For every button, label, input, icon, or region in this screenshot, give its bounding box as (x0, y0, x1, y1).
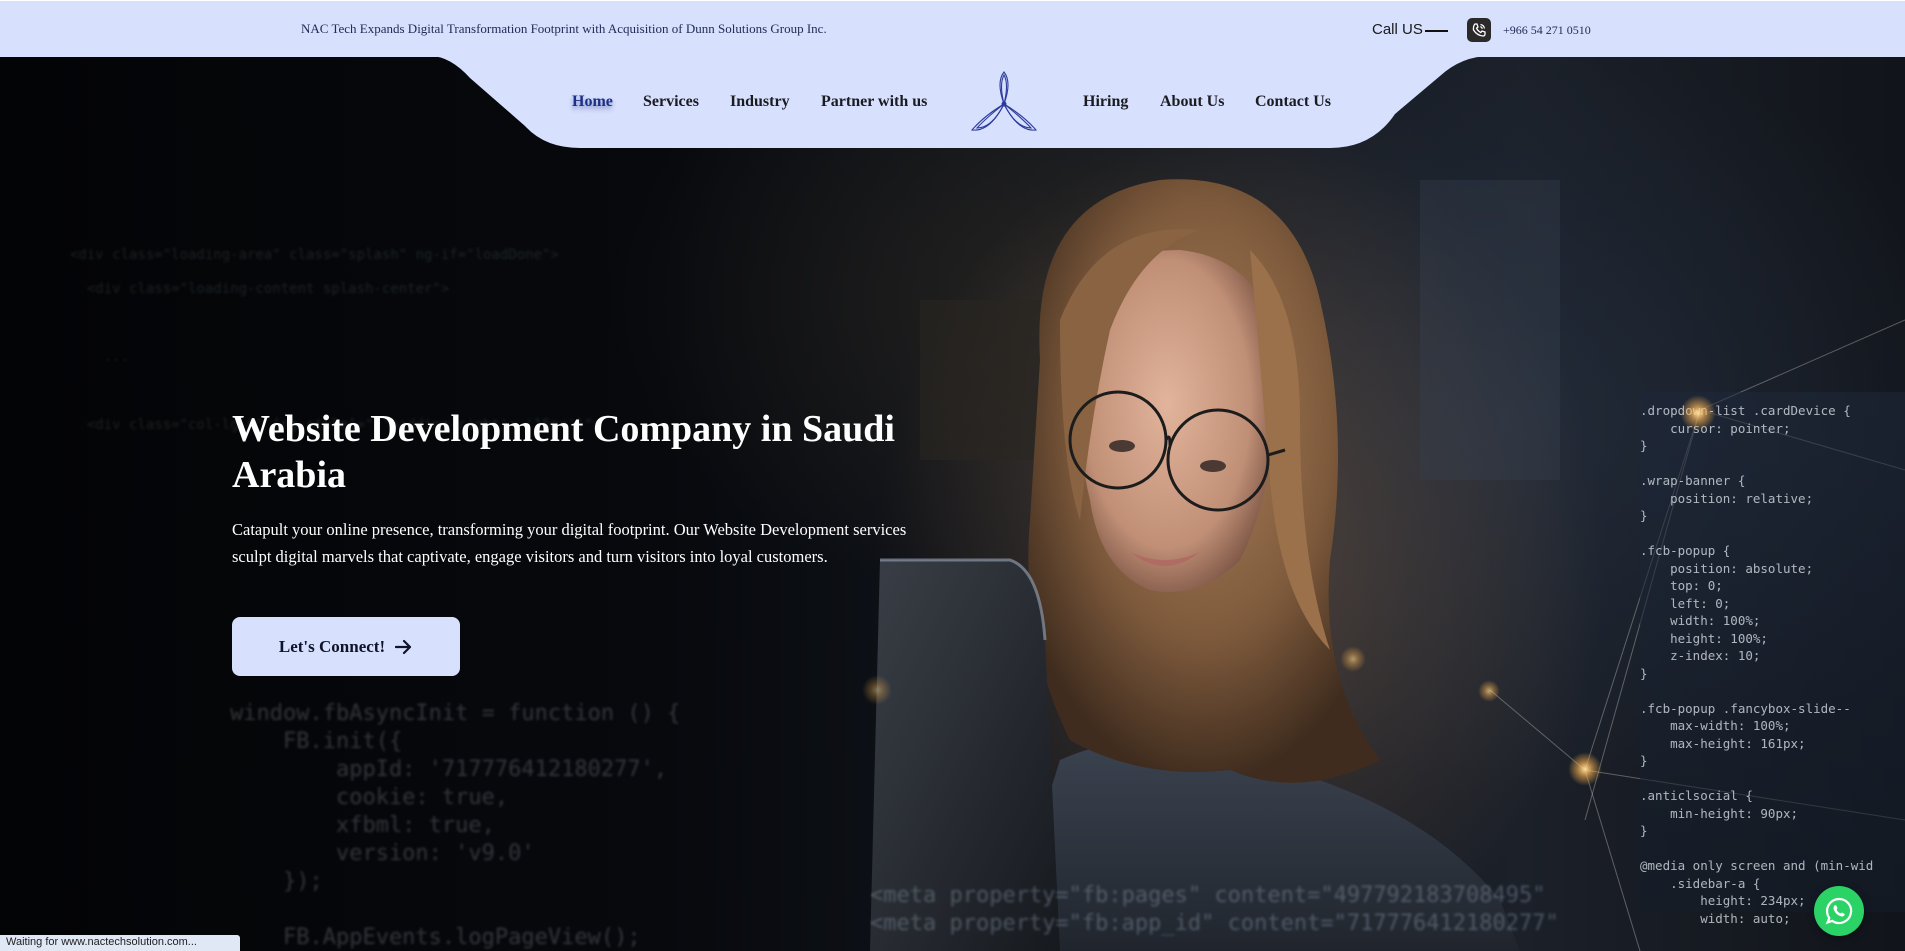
main-navigation-background (430, 56, 1490, 148)
phone-icon-glyph (1472, 23, 1486, 37)
light-glow (1340, 646, 1366, 672)
nav-home[interactable]: Home (572, 93, 613, 111)
call-us-label: Call US (1372, 21, 1423, 38)
light-glow (1568, 752, 1602, 786)
whatsapp-icon[interactable] (1814, 886, 1864, 936)
background-code-left-bottom: window.fbAsyncInit = function () { FB.in… (230, 701, 681, 950)
nav-services[interactable]: Services (643, 93, 699, 111)
phone-number-link[interactable]: +966 54 271 0510 (1503, 23, 1591, 38)
announcement-bar: NAC Tech Expands Digital Transformation … (0, 0, 1905, 57)
lets-connect-button[interactable]: Let's Connect! (232, 617, 460, 676)
whatsapp-icon-glyph (1825, 897, 1853, 925)
nav-contact-us[interactable]: Contact Us (1255, 93, 1331, 111)
browser-status-bar: Waiting for www.nactechsolution.com... (0, 935, 240, 951)
light-glow (1478, 680, 1500, 702)
nav-industry[interactable]: Industry (730, 93, 790, 111)
light-glow (1680, 395, 1716, 431)
hero-title: Website Development Company in Saudi Ara… (232, 408, 895, 496)
background-code-bottom: <meta property="fb:pages" content="49779… (870, 883, 1559, 936)
background-code-right: .dropdown-list .cardDevice { cursor: poi… (1640, 403, 1874, 926)
call-us-divider (1425, 30, 1448, 32)
phone-icon[interactable] (1467, 18, 1491, 42)
lets-connect-label: Let's Connect! (278, 636, 386, 656)
nav-hiring[interactable]: Hiring (1083, 93, 1128, 111)
light-glow (862, 675, 892, 705)
nav-partner-with-us[interactable]: Partner with us (821, 93, 927, 111)
announcement-news-link[interactable]: NAC Tech Expands Digital Transformation … (301, 21, 827, 37)
hero-description: Catapult your online presence, transform… (232, 520, 907, 566)
arrow-right-icon (395, 639, 412, 654)
propeller-logo-icon[interactable] (966, 68, 1042, 136)
nav-about-us[interactable]: About Us (1160, 93, 1224, 111)
